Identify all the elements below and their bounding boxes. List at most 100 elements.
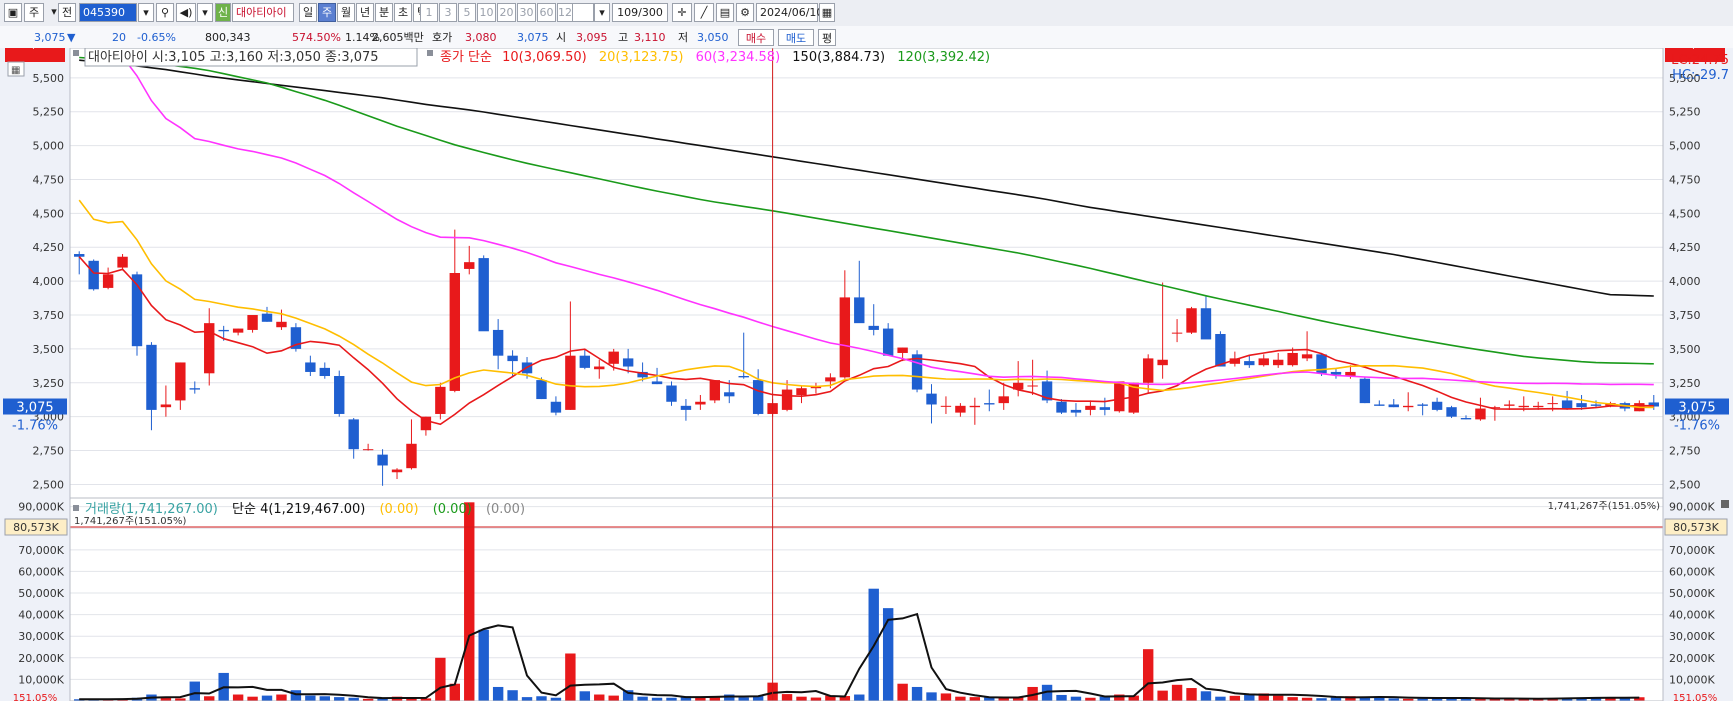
count-display[interactable]: 109/300 — [612, 3, 668, 22]
volume-bar — [594, 694, 605, 701]
candle-body — [305, 362, 316, 372]
quote-amount: 2,605백만 — [372, 31, 424, 44]
price-tick-label: 2,750 — [33, 445, 65, 458]
stock-code-input[interactable]: 045390 — [79, 3, 137, 22]
volume-legend-extra2: (0.00) — [433, 502, 472, 517]
crosshair-tool-icon[interactable]: ✛ — [672, 3, 692, 22]
volume-note-right: 1,741,267주(151.05%) — [1548, 501, 1660, 512]
interval-button-3[interactable]: 3 — [439, 3, 457, 22]
price-tick-label: 4,000 — [1669, 275, 1701, 288]
volume-bar — [1287, 697, 1298, 701]
interval-dropdown-icon[interactable]: ▾ — [594, 3, 610, 22]
candle-body — [940, 405, 952, 407]
sell-button[interactable]: 매도 — [778, 29, 814, 46]
interval-button-10[interactable]: 10 — [477, 3, 496, 22]
period-tab-2[interactable]: 월 — [337, 3, 355, 22]
price-legend-marker — [73, 50, 79, 56]
price-tick-label: 4,000 — [33, 275, 65, 288]
interval-button-60[interactable]: 60 — [537, 3, 556, 22]
volume-bar — [247, 696, 258, 701]
speaker-dropdown-icon[interactable]: ▾ — [197, 3, 213, 22]
price-tick-label: 2,500 — [33, 478, 65, 491]
interval-button-5[interactable]: 5 — [458, 3, 476, 22]
volume-bar — [492, 686, 504, 701]
volume-tick-label: 20,000K — [18, 652, 64, 665]
price-tick-label: 5,000 — [1669, 140, 1701, 153]
volume-bar — [579, 691, 591, 701]
price-tick-label: 3,750 — [33, 309, 65, 322]
candle-body — [232, 328, 244, 333]
volume-bar — [1186, 688, 1197, 701]
quote-volume: 800,343 — [205, 31, 251, 44]
prev-label[interactable]: 전 — [58, 3, 76, 22]
code-dropdown-icon[interactable]: ▾ — [138, 3, 154, 22]
last-price-left-change: -1.76% — [12, 419, 58, 434]
candle-body — [88, 260, 99, 290]
candle-body — [565, 355, 576, 410]
candle-body — [464, 262, 475, 269]
volume-bar — [955, 696, 966, 701]
line-tool-icon[interactable]: ╱ — [694, 3, 714, 22]
candle-body — [102, 274, 114, 288]
price-info-text: 대아티아이 시:3,105 고:3,160 저:3,050 종:3,075 — [88, 50, 379, 65]
candle-body — [478, 258, 489, 332]
candle-body — [666, 385, 677, 402]
stock-chart[interactable]: 2,5002,7503,0003,2503,5003,7504,0004,250… — [0, 48, 1733, 701]
candle-body — [146, 344, 157, 410]
period-select[interactable]: 주 — [24, 3, 44, 22]
eval-button[interactable]: 평 — [818, 29, 836, 46]
settings-gear-icon[interactable]: ⚙ — [736, 3, 754, 22]
speaker-icon[interactable]: ◀) — [176, 3, 196, 22]
volume-bar — [1171, 684, 1183, 701]
window-icon[interactable]: ▣ — [4, 3, 22, 22]
period-tab-4[interactable]: 분 — [375, 3, 393, 22]
candle-body — [984, 403, 995, 405]
calendar-icon[interactable]: ▦ — [819, 3, 835, 22]
candle-body — [1388, 404, 1399, 408]
candle-body — [897, 347, 908, 353]
volume-bar — [637, 696, 648, 701]
quote-change-pct: -0.65% — [137, 31, 176, 44]
save-icon[interactable]: ▤ — [716, 3, 734, 22]
candle-body — [1085, 405, 1096, 410]
volume-bar — [796, 696, 807, 701]
candle-body — [651, 381, 663, 385]
lc-label: LC:24.75 — [1671, 53, 1729, 68]
ma-legend-20: 20(3,123.75) — [599, 50, 684, 65]
volume-tick-label: 10,000K — [18, 673, 64, 686]
candle-body — [854, 297, 865, 324]
interval-button-1[interactable]: 1 — [420, 3, 438, 22]
volume-tick-label: 60,000K — [1669, 565, 1715, 578]
volume-bar — [536, 696, 547, 701]
volume-bar — [738, 697, 749, 701]
price-tick-label: 3,500 — [1669, 343, 1701, 356]
volume-bar — [565, 653, 576, 701]
candle-body — [1417, 404, 1428, 406]
candle-body — [724, 392, 735, 397]
interval-button-20[interactable]: 20 — [497, 3, 516, 22]
date-input[interactable]: 2024/06/10 — [756, 3, 823, 22]
interval-button-30[interactable]: 30 — [517, 3, 536, 22]
volume-bar — [189, 681, 200, 701]
search-icon[interactable]: ⚲ — [156, 3, 174, 22]
period-tab-0[interactable]: 일 — [299, 3, 317, 22]
volume-bar — [1229, 695, 1241, 701]
volume-bar — [276, 694, 287, 701]
volume-bar — [507, 690, 518, 701]
volume-bar — [435, 657, 446, 701]
buy-button[interactable]: 매수 — [738, 29, 774, 46]
interval-extra-input[interactable] — [572, 3, 594, 22]
volume-tick-label: 70,000K — [1669, 544, 1715, 557]
period-tab-1[interactable]: 주 — [318, 3, 336, 22]
candle-body — [1359, 378, 1371, 404]
volume-panel-close-icon[interactable] — [1721, 500, 1729, 508]
candle-body — [550, 401, 562, 413]
last-volume-left: 1,741K — [26, 48, 62, 51]
period-tab-5[interactable]: 초 — [394, 3, 412, 22]
candle-body — [175, 362, 186, 401]
period-tab-3[interactable]: 년 — [356, 3, 374, 22]
price-tick-label: 4,250 — [1669, 241, 1701, 254]
candle-body — [825, 377, 836, 382]
candle-body — [160, 404, 172, 408]
price-tick-label: 5,500 — [33, 72, 65, 85]
